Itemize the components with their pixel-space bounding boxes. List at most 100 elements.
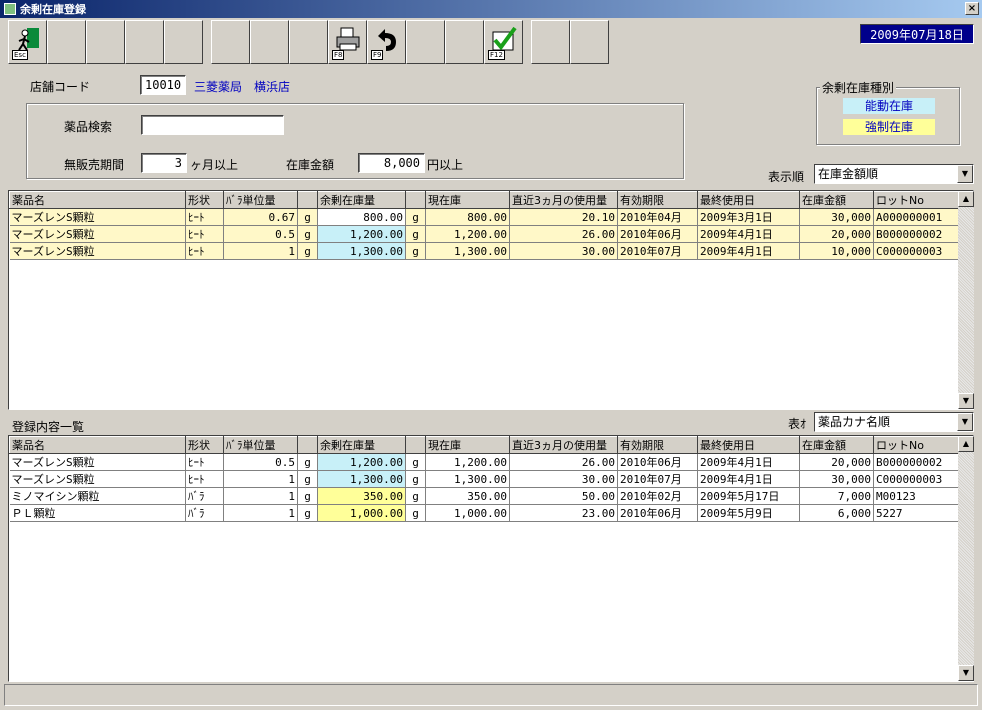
empty-button-2[interactable] (86, 20, 125, 64)
column-header-last-used[interactable]: 最終使用日 (697, 436, 800, 454)
cell-form: ﾋｰﾄ (185, 225, 224, 243)
chevron-down-icon[interactable]: ▼ (957, 413, 973, 431)
cell-form: ﾋｰﾄ (185, 470, 224, 488)
column-header-current-stock[interactable]: 現在庫 (425, 436, 510, 454)
cell-form: ﾊﾞﾗ (185, 504, 224, 522)
empty-button-7[interactable] (289, 20, 328, 64)
column-header-unit-quantity[interactable]: ﾊﾞﾗ単位量 (223, 436, 298, 454)
column-header-unit[interactable] (297, 436, 318, 454)
close-button[interactable]: × (965, 2, 979, 15)
cell-surplus-unit: g (405, 242, 426, 260)
cell-current-stock: 1,300.00 (425, 242, 510, 260)
scroll-up-icon[interactable]: ▲ (958, 436, 974, 452)
table-row[interactable]: マーズレンS顆粒 ﾋｰﾄ 1 g 1,300.00 g 1,300.00 30.00 2010年… (9, 242, 960, 260)
cell-surplus-quantity: 350.00 (317, 487, 406, 505)
cell-expiry: 2010年06月 (617, 453, 698, 471)
cell-unit: g (297, 208, 318, 226)
empty-button-3[interactable] (125, 20, 164, 64)
cell-unit: g (297, 225, 318, 243)
column-header-surplus-unit[interactable] (405, 191, 426, 209)
print-button[interactable]: F8 (328, 20, 367, 64)
column-header-current-stock[interactable]: 現在庫 (425, 191, 510, 209)
upper-sort-value: 在庫金額順 (818, 167, 879, 181)
chevron-down-icon[interactable]: ▼ (957, 165, 973, 183)
column-header-recent-usage[interactable]: 直近3ヵ月の使用量 (509, 436, 618, 454)
column-header-surplus-quantity[interactable]: 余剰在庫量 (317, 436, 406, 454)
cell-unit-quantity: 0.67 (223, 208, 298, 226)
stock-amount-unit: 円以上 (427, 158, 464, 172)
confirm-button[interactable]: F12 (484, 20, 523, 64)
table-row[interactable]: ミノマイシン顆粒 ﾊﾞﾗ 1 g 350.00 g 350.00 50.00 2010年02月 2… (9, 487, 960, 505)
column-header-expiry[interactable]: 有効期限 (617, 191, 698, 209)
lower-sort-value: 薬品カナ名順 (818, 415, 891, 429)
empty-button-10[interactable] (531, 20, 570, 64)
column-header-last-used[interactable]: 最終使用日 (697, 191, 800, 209)
table-row[interactable]: マーズレンS顆粒 ﾋｰﾄ 0.67 g 800.00 g 800.00 20.10 2010年0… (9, 208, 960, 226)
column-header-recent-usage[interactable]: 直近3ヵ月の使用量 (509, 191, 618, 209)
candidate-stock-grid: 薬品名 形状 ﾊﾞﾗ単位量 余剰在庫量 現在庫 直近3ヵ月の使用量 有効期限 最終使用日 在庫金… (8, 190, 974, 410)
stock-amount-input[interactable]: 8,000 (358, 153, 425, 173)
cell-surplus-unit: g (405, 208, 426, 226)
column-header-unit[interactable] (297, 191, 318, 209)
upper-sort-select[interactable]: 在庫金額順 ▼ (814, 164, 974, 184)
cell-current-stock: 1,200.00 (425, 225, 510, 243)
cell-unit: g (297, 242, 318, 260)
drug-search-label: 薬品検索 (64, 120, 113, 134)
cell-last-used: 2009年4月1日 (697, 242, 800, 260)
cell-unit-quantity: 1 (223, 470, 298, 488)
column-header-form[interactable]: 形状 (185, 191, 224, 209)
drug-search-input[interactable] (141, 115, 284, 135)
exit-button[interactable]: Esc (8, 20, 47, 64)
cell-surplus-unit: g (405, 470, 426, 488)
table-row[interactable]: ＰＬ顆粒 ﾊﾞﾗ 1 g 1,000.00 g 1,000.00 23.00 2010年06月 2… (9, 504, 960, 522)
empty-button-8[interactable] (406, 20, 445, 64)
cell-surplus-unit: g (405, 487, 426, 505)
lower-scrollbar[interactable]: ▲ ▼ (958, 436, 974, 681)
column-header-expiry[interactable]: 有効期限 (617, 436, 698, 454)
column-header-lot-no[interactable]: ロットNo (873, 436, 960, 454)
column-header-form[interactable]: 形状 (185, 436, 224, 454)
cell-surplus-unit: g (405, 225, 426, 243)
column-header-surplus-quantity[interactable]: 余剰在庫量 (317, 191, 406, 209)
column-header-stock-amount[interactable]: 在庫金額 (799, 436, 874, 454)
cell-form: ﾊﾞﾗ (185, 487, 224, 505)
column-header-stock-amount[interactable]: 在庫金額 (799, 191, 874, 209)
empty-button-5[interactable] (211, 20, 250, 64)
lower-sort-select[interactable]: 薬品カナ名順 ▼ (814, 412, 974, 432)
cell-stock-amount: 10,000 (799, 242, 874, 260)
column-header-drug-name[interactable]: 薬品名 (9, 191, 186, 209)
cell-unit-quantity: 1 (223, 504, 298, 522)
scroll-up-icon[interactable]: ▲ (958, 191, 974, 207)
store-code-field[interactable]: 10010 (140, 75, 186, 95)
column-header-drug-name[interactable]: 薬品名 (9, 436, 186, 454)
empty-button-9[interactable] (445, 20, 484, 64)
cell-drug-name: マーズレンS顆粒 (9, 225, 186, 243)
table-row[interactable]: マーズレンS顆粒 ﾋｰﾄ 0.5 g 1,200.00 g 1,200.00 26.00 201… (9, 225, 960, 243)
cell-drug-name: マーズレンS顆粒 (9, 470, 186, 488)
column-header-unit-quantity[interactable]: ﾊﾞﾗ単位量 (223, 191, 298, 209)
cell-lot-no: C000000003 (873, 242, 960, 260)
stock-amount-label: 在庫金額 (286, 158, 335, 172)
table-row[interactable]: マーズレンS顆粒 ﾋｰﾄ 1 g 1,300.00 g 1,300.00 30.00 2010年… (9, 470, 960, 488)
no-sale-period-input[interactable]: 3 (141, 153, 187, 173)
upper-scrollbar[interactable]: ▲ ▼ (958, 191, 974, 409)
table-row[interactable]: マーズレンS顆粒 ﾋｰﾄ 0.5 g 1,200.00 g 1,200.00 26.00 201… (9, 453, 960, 471)
cell-lot-no: B000000002 (873, 453, 960, 471)
empty-button-11[interactable] (570, 20, 609, 64)
scroll-down-icon[interactable]: ▼ (958, 665, 974, 681)
scroll-down-icon[interactable]: ▼ (958, 393, 974, 409)
column-header-surplus-unit[interactable] (405, 436, 426, 454)
cell-stock-amount: 7,000 (799, 487, 874, 505)
back-button[interactable]: F9 (367, 20, 406, 64)
back-key-label: F9 (371, 50, 384, 60)
cell-surplus-quantity: 1,200.00 (317, 225, 406, 243)
column-header-lot-no[interactable]: ロットNo (873, 191, 960, 209)
cell-unit: g (297, 453, 318, 471)
cell-form: ﾋｰﾄ (185, 208, 224, 226)
empty-button-1[interactable] (47, 20, 86, 64)
cell-form: ﾋｰﾄ (185, 453, 224, 471)
empty-button-6[interactable] (250, 20, 289, 64)
cell-lot-no: B000000002 (873, 225, 960, 243)
empty-button-4[interactable] (164, 20, 203, 64)
active-stock-chip: 能動在庫 (843, 98, 935, 114)
